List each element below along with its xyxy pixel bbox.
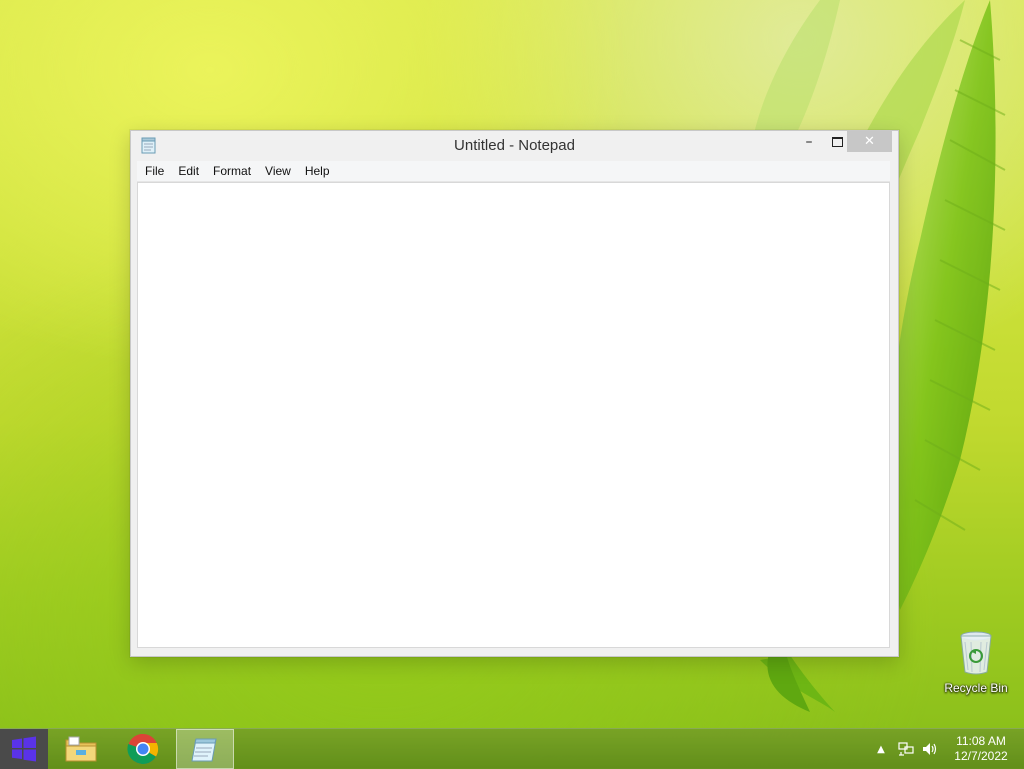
volume-button[interactable]: [920, 729, 940, 769]
maximize-icon: [831, 136, 843, 147]
close-button[interactable]: ✕: [847, 131, 892, 152]
taskbar-file-explorer[interactable]: [52, 729, 110, 769]
desktop-icon-recycle-bin[interactable]: Recycle Bin: [940, 630, 1012, 700]
taskbar: ▲ 11:08 AM 12/7/2022: [0, 728, 1024, 769]
volume-icon: [923, 743, 937, 755]
minimize-icon: –: [805, 133, 813, 150]
taskbar-chrome[interactable]: [114, 729, 172, 769]
network-button[interactable]: [896, 729, 916, 769]
recycle-bin-icon: [960, 631, 992, 675]
taskbar-notepad[interactable]: [176, 729, 234, 769]
minimize-button[interactable]: –: [795, 131, 823, 152]
window-title: Untitled - Notepad: [454, 137, 575, 154]
notepad-icon: [191, 738, 217, 762]
menu-bar: File Edit Format View Help: [137, 161, 890, 182]
chrome-icon: [127, 733, 159, 765]
text-editor[interactable]: [137, 182, 890, 648]
system-clock[interactable]: 11:08 AM 12/7/2022: [948, 734, 1014, 764]
menu-view[interactable]: View: [258, 161, 298, 181]
close-icon: ✕: [864, 134, 875, 149]
clock-date: 12/7/2022: [954, 749, 1008, 763]
network-icon: [898, 742, 914, 756]
menu-file[interactable]: File: [137, 161, 171, 181]
show-hidden-icons-button[interactable]: ▲: [874, 729, 888, 769]
clock-time: 11:08 AM: [956, 734, 1006, 748]
folder-icon: [65, 736, 97, 762]
title-bar[interactable]: Untitled - Notepad – ✕: [131, 131, 898, 160]
menu-help[interactable]: Help: [298, 161, 337, 181]
start-button[interactable]: [0, 729, 48, 769]
chevron-up-icon: ▲: [877, 743, 885, 755]
menu-format[interactable]: Format: [206, 161, 258, 181]
windows-logo-icon: [12, 736, 36, 762]
menu-edit[interactable]: Edit: [171, 161, 206, 181]
recycle-bin-label: Recycle Bin: [944, 681, 1008, 695]
notepad-window: Untitled - Notepad – ✕ File Edit Format …: [130, 130, 899, 657]
